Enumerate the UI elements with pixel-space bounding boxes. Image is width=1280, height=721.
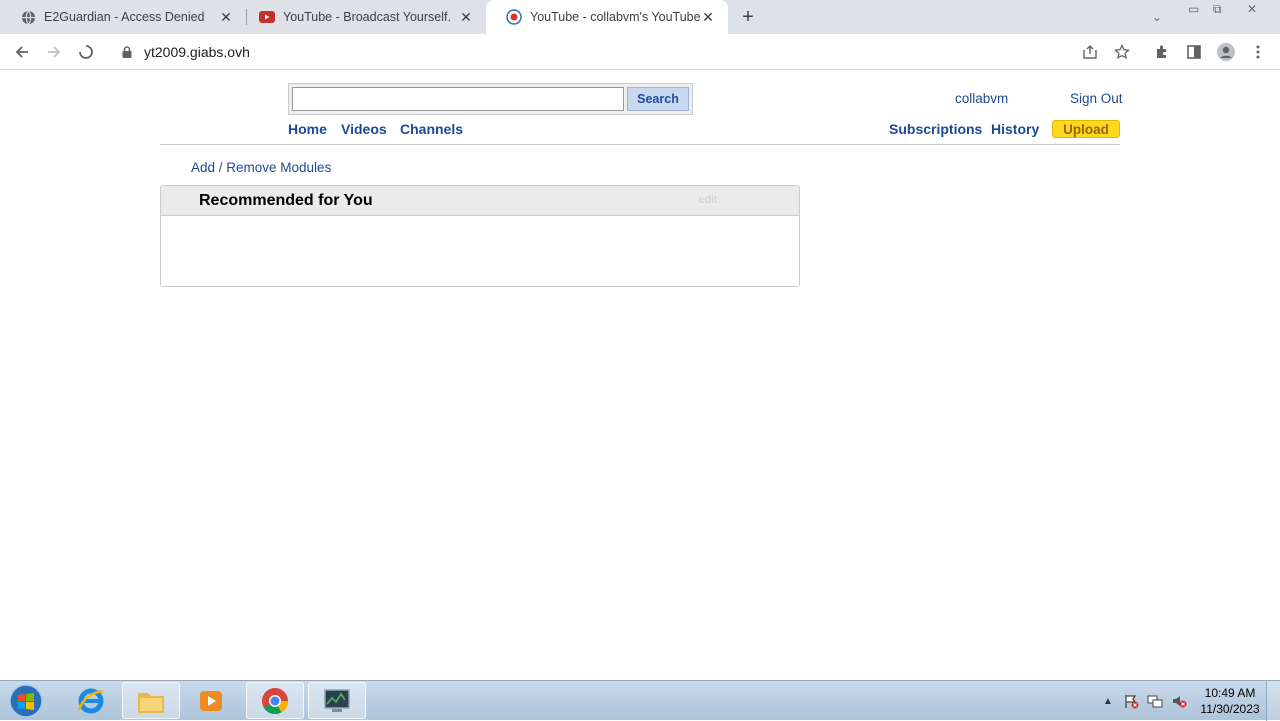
system-clock[interactable]: 10:49 AM 11/30/2023 — [1196, 685, 1264, 717]
close-icon[interactable]: ✕ — [458, 9, 474, 25]
bookmark-star-icon[interactable] — [1110, 40, 1134, 64]
profile-icon[interactable] — [1214, 40, 1238, 64]
close-icon[interactable]: ✕ — [218, 9, 234, 25]
upload-button[interactable]: Upload — [1052, 120, 1120, 138]
minimize-icon[interactable]: ▭ — [1188, 2, 1199, 16]
tab-strip: E2Guardian - Access Denied ✕ YouTube - B… — [0, 0, 1280, 34]
side-panel-icon[interactable] — [1182, 40, 1206, 64]
network-icon[interactable] — [1147, 693, 1163, 709]
module-title: Recommended for You — [199, 192, 373, 209]
tab-title: E2Guardian - Access Denied — [44, 10, 205, 24]
loading-icon[interactable] — [74, 40, 98, 64]
address-bar[interactable]: yt2009.giabs.ovh — [112, 38, 1142, 66]
search-bar: Search — [288, 83, 693, 115]
page-content: Search Home Videos Channels collabvm Sig… — [0, 71, 1280, 680]
forward-icon[interactable] — [42, 40, 66, 64]
extensions-icon[interactable] — [1150, 40, 1174, 64]
recommended-module: Recommended for You edit — [160, 185, 800, 287]
task-manager-icon[interactable] — [308, 682, 366, 719]
search-button[interactable]: Search — [627, 87, 689, 111]
share-icon[interactable] — [1078, 40, 1102, 64]
tab-collabvm-youtube[interactable]: YouTube - collabvm's YouTube ✕ — [486, 0, 728, 34]
sign-out-link[interactable]: Sign Out — [1070, 91, 1123, 106]
taskbar: ▲ 10:49 AM 11/30/2023 — [0, 680, 1280, 721]
tab-e2guardian[interactable]: E2Guardian - Access Denied ✕ — [0, 0, 246, 34]
url-text[interactable]: yt2009.giabs.ovh — [144, 44, 250, 60]
add-remove-modules-link[interactable]: Add / Remove Modules — [191, 160, 331, 175]
browser-toolbar: yt2009.giabs.ovh — [0, 34, 1280, 70]
clock-time: 10:49 AM — [1204, 686, 1256, 700]
tab-title: YouTube - collabvm's YouTube — [530, 10, 700, 24]
show-desktop-button[interactable] — [1266, 681, 1280, 721]
username-link[interactable]: collabvm — [955, 91, 1008, 106]
volume-muted-icon[interactable] — [1171, 693, 1187, 709]
tab-youtube-broadcast[interactable]: YouTube - Broadcast Yourself. ✕ — [239, 0, 486, 34]
youtube-icon — [259, 9, 275, 25]
media-player-icon[interactable] — [182, 682, 240, 719]
tab-search-icon[interactable]: ⌄ — [1152, 10, 1162, 24]
action-center-flag-icon[interactable] — [1123, 693, 1139, 709]
nav-videos-link[interactable]: Videos — [341, 121, 387, 137]
tab-title: YouTube - Broadcast Yourself. — [283, 10, 451, 24]
module-header: Recommended for You edit — [161, 186, 799, 216]
close-window-icon[interactable]: ✕ — [1247, 2, 1257, 16]
header-divider — [160, 144, 1120, 145]
module-edit-link[interactable]: edit — [699, 194, 717, 206]
clock-date: 11/30/2023 — [1200, 702, 1260, 716]
globe-icon — [20, 9, 36, 25]
restore-icon[interactable]: ⧉ — [1213, 2, 1222, 17]
collabvm-icon — [506, 9, 522, 25]
history-link[interactable]: History — [991, 121, 1039, 137]
menu-kebab-icon[interactable] — [1246, 40, 1270, 64]
close-icon[interactable]: ✕ — [700, 9, 716, 25]
nav-channels-link[interactable]: Channels — [400, 121, 463, 137]
show-hidden-icons-icon[interactable]: ▲ — [1100, 693, 1116, 709]
new-tab-icon[interactable]: + — [737, 6, 759, 28]
lock-icon[interactable] — [120, 46, 134, 58]
back-icon[interactable] — [10, 40, 34, 64]
subscriptions-link[interactable]: Subscriptions — [889, 121, 982, 137]
file-explorer-icon[interactable] — [122, 682, 180, 719]
nav-home-link[interactable]: Home — [288, 121, 327, 137]
search-input[interactable] — [292, 87, 624, 111]
start-button[interactable] — [6, 683, 46, 719]
windows-logo-icon — [9, 684, 43, 718]
chrome-icon[interactable] — [246, 682, 304, 719]
internet-explorer-icon[interactable] — [62, 682, 120, 719]
